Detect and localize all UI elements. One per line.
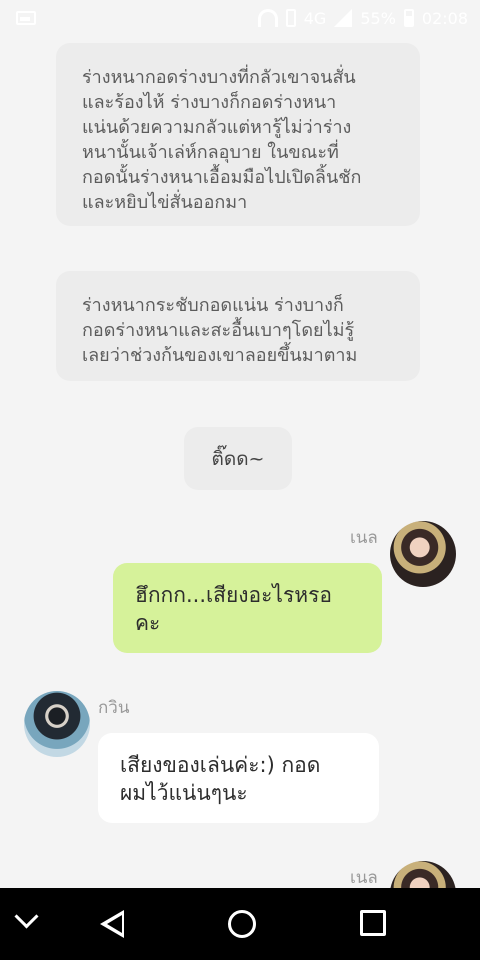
battery-percent: 55% xyxy=(360,8,396,28)
narration-bubble: ร่างหนากอดร่างบางที่กลัวเขาจนสั่น และร้อ… xyxy=(56,43,420,226)
headset-icon xyxy=(257,9,278,27)
message-bubble: เสียงของเล่นค่ะ:) กอด ผมไว้แน่นๆนะ xyxy=(98,733,379,823)
sender-name: กวิน xyxy=(98,698,130,718)
narration-bubble: ร่างหนากระชับกอดแน่น ร่างบางก็ กอดร่างหน… xyxy=(56,271,420,381)
chat-area[interactable]: ร่างหนากอดร่างบางที่กลัวเขาจนสั่น และร้อ… xyxy=(0,0,480,888)
image-notification-icon xyxy=(16,11,36,25)
vibrate-icon xyxy=(285,9,296,27)
sender-name: เนล xyxy=(350,868,378,888)
avatar[interactable] xyxy=(390,521,456,587)
home-icon[interactable] xyxy=(228,910,256,938)
navigation-bar xyxy=(0,888,480,960)
sound-effect-bubble: ติ๊ดด~ xyxy=(184,427,292,490)
avatar[interactable] xyxy=(390,861,456,888)
network-type: 4G xyxy=(303,8,327,28)
battery-icon xyxy=(403,9,414,27)
back-icon[interactable] xyxy=(100,910,124,938)
signal-icon xyxy=(334,9,353,27)
chevron-down-icon[interactable] xyxy=(14,904,39,929)
avatar[interactable] xyxy=(24,691,90,757)
clock: 02:08 xyxy=(421,8,468,28)
recents-icon[interactable] xyxy=(360,910,386,936)
message-bubble: ฮึกกก...เสียงอะไรหรอ คะ xyxy=(113,563,382,653)
status-bar: 4G 55% 02:08 xyxy=(0,0,480,36)
sender-name: เนล xyxy=(350,528,378,548)
